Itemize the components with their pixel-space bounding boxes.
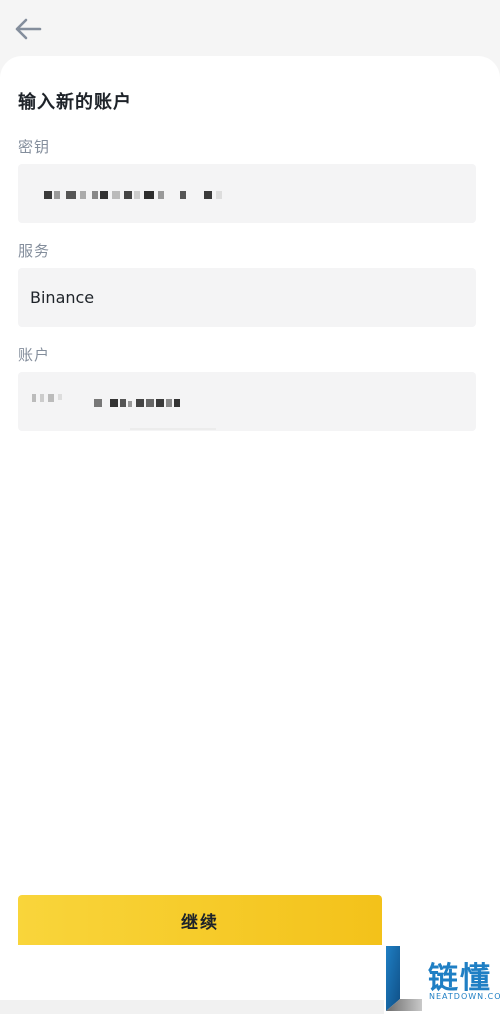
key-field[interactable]	[18, 164, 476, 223]
watermark-logo: 链懂 NEATDOWN.COM	[384, 943, 500, 1014]
account-value-masked	[30, 372, 470, 431]
watermark-sub: NEATDOWN.COM	[429, 992, 500, 1001]
watermark-name: 链懂	[428, 961, 492, 996]
top-bar	[0, 0, 500, 56]
continue-button[interactable]: 继续	[18, 895, 382, 945]
service-value: Binance	[30, 288, 95, 307]
key-label: 密钥	[18, 138, 51, 156]
account-field[interactable]	[18, 372, 476, 431]
watermark-l-icon	[386, 946, 422, 1011]
service-field[interactable]: Binance	[18, 268, 476, 327]
service-label: 服务	[18, 242, 51, 260]
form-sheet: 输入新的账户 密钥 服务 Binance 账户	[0, 56, 500, 1014]
account-label: 账户	[18, 346, 51, 364]
key-value-masked	[30, 164, 470, 223]
back-button[interactable]	[10, 12, 46, 46]
page-title: 输入新的账户	[18, 92, 132, 113]
arrow-left-icon	[15, 18, 42, 40]
